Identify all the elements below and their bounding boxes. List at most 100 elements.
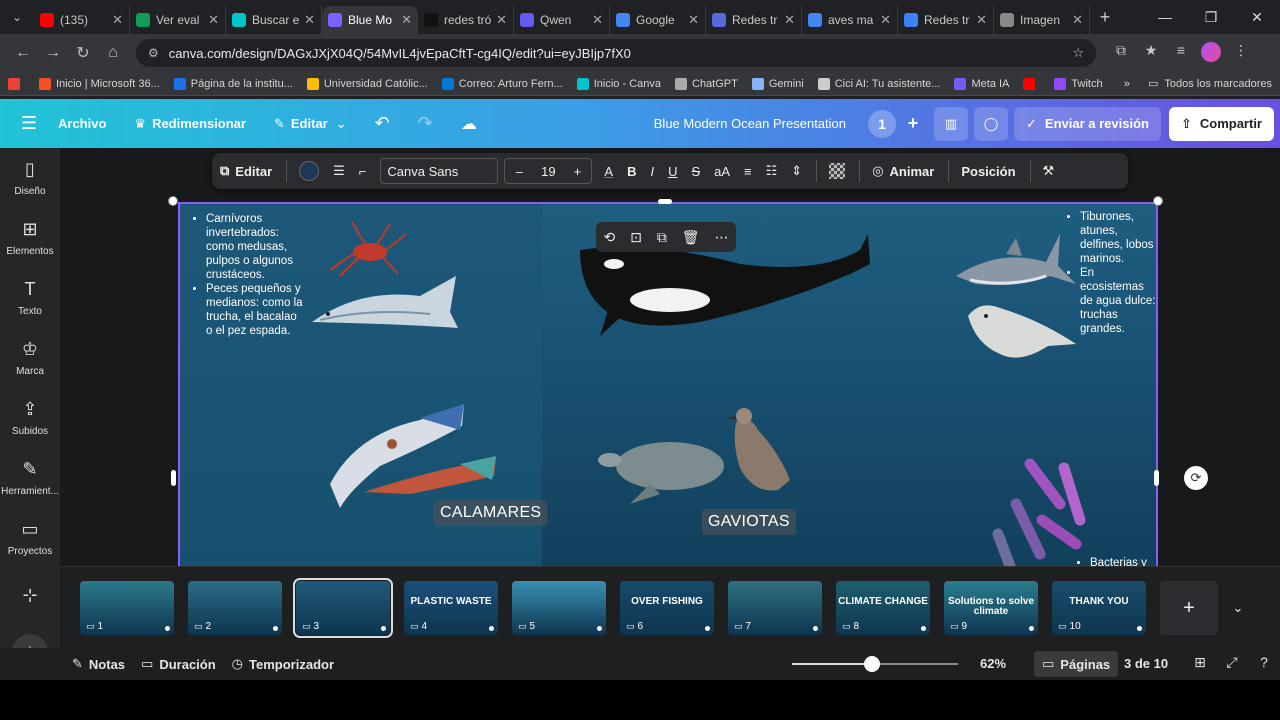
- page-thumbnail[interactable]: OVER FISHING ▭ 6: [620, 581, 714, 635]
- left-text-block[interactable]: Carnívoros invertebrados: como medusas, …: [192, 212, 304, 338]
- media-icon[interactable]: ≡: [1166, 42, 1196, 65]
- close-tab-icon[interactable]: ✕: [304, 12, 315, 28]
- resize-handle-top-left[interactable]: [168, 196, 178, 206]
- resize-handle-top-right[interactable]: [1153, 196, 1163, 206]
- rotate-icon[interactable]: ⟳: [1184, 466, 1208, 490]
- shark-image[interactable]: [956, 234, 1076, 285]
- share-button[interactable]: ⇧ Compartir: [1168, 106, 1274, 141]
- trash-icon[interactable]: 🗑: [682, 229, 700, 246]
- lock-icon[interactable]: ⊡: [630, 229, 642, 246]
- sidebar-item[interactable]: T Texto: [0, 268, 60, 328]
- cloud-save-icon[interactable]: ☁: [461, 114, 477, 134]
- document-title[interactable]: Blue Modern Ocean Presentation: [654, 116, 846, 131]
- resize-handle-top[interactable]: [658, 199, 672, 204]
- case-icon[interactable]: aA: [714, 164, 730, 179]
- close-tab-icon[interactable]: ✕: [208, 12, 219, 28]
- bottom-text-block[interactable]: Bacterias y: [1076, 556, 1156, 566]
- close-tab-icon[interactable]: ✕: [784, 12, 795, 28]
- bacteria-image[interactable]: [992, 458, 1086, 566]
- gaviotas-label[interactable]: GAVIOTAS: [702, 509, 796, 535]
- list-icon[interactable]: ☷: [766, 163, 778, 179]
- close-tab-icon[interactable]: ✕: [976, 12, 987, 28]
- line-weight-icon[interactable]: ☰: [333, 163, 345, 179]
- restore-icon[interactable]: ❐: [1188, 0, 1234, 34]
- bookmark-item[interactable]: Inicio - Canva: [576, 77, 661, 90]
- browser-tab[interactable]: Blue Mo ✕: [322, 6, 418, 34]
- back-icon[interactable]: ←: [8, 44, 38, 62]
- edit-mode-button[interactable]: ✎ Editar ⌄: [274, 116, 347, 132]
- zoom-value[interactable]: 62%: [980, 656, 1006, 671]
- close-tab-icon[interactable]: ✕: [401, 12, 412, 28]
- forward-icon[interactable]: →: [38, 44, 68, 62]
- slide-canvas[interactable]: Carnívoros invertebrados: como medusas, …: [178, 202, 1158, 566]
- bookmark-item[interactable]: [1023, 77, 1040, 90]
- file-menu-button[interactable]: Archivo: [58, 116, 106, 131]
- underline-icon[interactable]: U: [668, 164, 677, 179]
- bookmark-star-icon[interactable]: ☆: [1072, 45, 1084, 61]
- add-page-button[interactable]: +: [1160, 581, 1218, 635]
- grid-view-icon[interactable]: ⊞: [1184, 654, 1216, 671]
- decrease-size-button[interactable]: –: [505, 164, 533, 179]
- browser-tab[interactable]: aves ma ✕: [802, 6, 898, 34]
- crab-image[interactable]: [329, 221, 407, 277]
- site-info-icon[interactable]: ⚙: [148, 46, 159, 60]
- sea-lion-image[interactable]: [968, 305, 1076, 358]
- bookmark-item[interactable]: Cici AI: Tu asistente...: [817, 77, 940, 90]
- zoom-slider[interactable]: [792, 656, 958, 672]
- bookmark-item[interactable]: Gemini: [751, 77, 804, 90]
- sidebar-item[interactable]: ▭ Proyectos: [0, 508, 60, 568]
- resize-button[interactable]: ♛ Redimensionar: [134, 116, 246, 132]
- bookmark-item[interactable]: ChatGPT: [675, 77, 738, 90]
- page-thumbnail[interactable]: ▭ 7: [728, 581, 822, 635]
- timer-button[interactable]: ◷ Temporizador: [232, 656, 334, 672]
- page-thumbnail[interactable]: Solutions to solve climate ▭ 9: [944, 581, 1038, 635]
- page-thumbnail[interactable]: ▭ 1: [80, 581, 174, 635]
- page-thumbnail[interactable]: CLIMATE CHANGE ▭ 8: [836, 581, 930, 635]
- close-window-icon[interactable]: ✕: [1234, 0, 1280, 34]
- url-input[interactable]: ⚙ canva.com/design/DAGxJXjX04Q/54MvIL4jv…: [136, 39, 1096, 67]
- browser-tab[interactable]: Redes tr ✕: [706, 6, 802, 34]
- notes-button[interactable]: ✎ Notas: [72, 656, 125, 672]
- animate-button[interactable]: ◎ Animar: [872, 163, 934, 179]
- sidebar-item[interactable]: ⇪ Subidos: [0, 388, 60, 448]
- close-tab-icon[interactable]: ✕: [1072, 12, 1083, 28]
- analytics-icon[interactable]: ▥: [934, 106, 968, 141]
- chrome-menu-icon[interactable]: ⋮: [1226, 42, 1256, 65]
- hamburger-menu-icon[interactable]: ☰: [0, 113, 58, 134]
- sidebar-item[interactable]: ⊹: [0, 568, 60, 628]
- tab-search-icon[interactable]: ⌄: [0, 0, 34, 34]
- strikethrough-icon[interactable]: S: [691, 164, 700, 179]
- resize-handle-right[interactable]: [1154, 470, 1159, 486]
- home-icon[interactable]: ⌂: [98, 44, 128, 62]
- bookmark-item[interactable]: Meta IA: [954, 77, 1009, 90]
- right-text-block[interactable]: Tiburones, atunes, delfines, lobos marin…: [1066, 210, 1156, 336]
- fish-image[interactable]: [312, 276, 458, 328]
- resize-handle-left[interactable]: [171, 470, 176, 486]
- sidebar-item[interactable]: ✎ Herramient...: [0, 448, 60, 508]
- help-icon[interactable]: ?: [1248, 654, 1280, 671]
- align-icon[interactable]: ≡: [744, 164, 752, 179]
- bold-icon[interactable]: B: [627, 164, 636, 179]
- italic-icon[interactable]: I: [650, 164, 654, 179]
- close-tab-icon[interactable]: ✕: [496, 12, 507, 28]
- fullscreen-icon[interactable]: ⤢: [1216, 654, 1248, 671]
- browser-tab[interactable]: Redes tr ✕: [898, 6, 994, 34]
- all-bookmarks[interactable]: » ▭ Todos los marcadores: [1124, 77, 1272, 91]
- browser-tab[interactable]: (135) ✕: [34, 6, 130, 34]
- reload-icon[interactable]: ↻: [68, 43, 98, 63]
- close-tab-icon[interactable]: ✕: [112, 12, 123, 28]
- increase-size-button[interactable]: +: [563, 164, 591, 179]
- chevron-right-icon[interactable]: »: [1124, 78, 1130, 90]
- pages-button[interactable]: ▭ Páginas: [1034, 651, 1119, 677]
- transparency-icon[interactable]: [829, 163, 846, 179]
- paint-roller-icon[interactable]: ⚒: [1043, 163, 1055, 179]
- duplicate-icon[interactable]: ⧉: [657, 229, 667, 246]
- redo-button[interactable]: ↷: [418, 113, 433, 134]
- sidebar-item[interactable]: ⊞ Elementos: [0, 208, 60, 268]
- calamares-label[interactable]: CALAMARES: [434, 500, 548, 526]
- add-collaborator-icon[interactable]: +: [900, 113, 926, 134]
- profile-avatar[interactable]: [1196, 41, 1226, 65]
- browser-tab[interactable]: redes tró ✕: [418, 6, 514, 34]
- bookmark-item[interactable]: Universidad Católic...: [306, 77, 428, 90]
- bookmarks-icon[interactable]: ★: [1136, 42, 1166, 65]
